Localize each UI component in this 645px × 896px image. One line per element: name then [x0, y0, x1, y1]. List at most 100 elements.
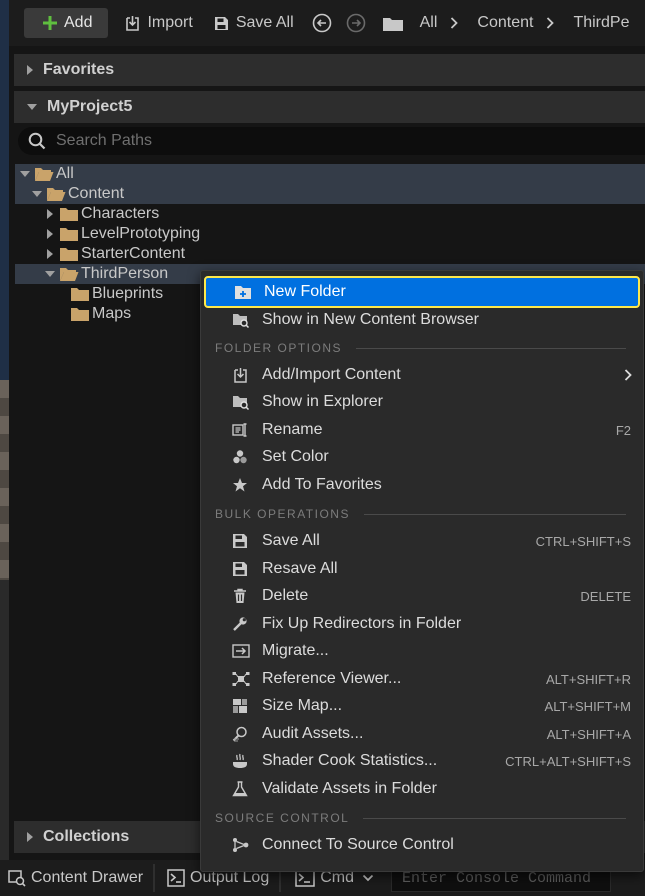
- import-label: Import: [147, 14, 193, 31]
- menu-item-shortcut: CTRL+ALT+SHIFT+S: [505, 753, 631, 769]
- folder-icon: [59, 206, 79, 222]
- divider: [153, 864, 156, 892]
- menu-item-shortcut: CTRL+SHIFT+S: [535, 533, 631, 549]
- menu-item-reference-viewer[interactable]: Reference Viewer... ALT+SHIFT+R: [204, 666, 640, 692]
- menu-item-audit-assets[interactable]: Audit Assets... ALT+SHIFT+A: [204, 721, 640, 747]
- menu-item-label: Add To Favorites: [262, 476, 382, 493]
- chevron-right-icon: [14, 831, 43, 843]
- shader-icon: [232, 753, 262, 769]
- menu-item-label: Validate Assets in Folder: [262, 780, 437, 797]
- tree-item-label: Maps: [92, 305, 132, 322]
- chevron-down-icon[interactable]: [44, 270, 56, 278]
- menu-item-label: Set Color: [262, 448, 329, 465]
- menu-item-migrate[interactable]: Migrate...: [204, 638, 640, 664]
- save-all-button[interactable]: Save All: [213, 8, 294, 38]
- size-map-icon: [232, 698, 262, 714]
- migrate-icon: [232, 643, 262, 659]
- folder-icon: [70, 306, 90, 322]
- menu-item-size-map[interactable]: Size Map... ALT+SHIFT+M: [204, 693, 640, 719]
- forward-button[interactable]: [346, 8, 372, 38]
- menu-item-save-all[interactable]: Save All CTRL+SHIFT+S: [204, 528, 640, 554]
- menu-item-label: Migrate...: [262, 642, 329, 659]
- menu-item-resave-all[interactable]: Resave All: [204, 556, 640, 582]
- content-drawer-icon: [8, 869, 31, 887]
- tree-item-characters[interactable]: Characters: [15, 204, 645, 224]
- search-paths-input[interactable]: [56, 132, 616, 150]
- menu-item-label: Add/Import Content: [262, 366, 401, 383]
- menu-item-label: Show in New Content Browser: [262, 311, 479, 328]
- menu-item-label: Connect To Source Control: [262, 836, 454, 853]
- folder-search-icon: [232, 312, 262, 328]
- chevron-right-icon: [450, 17, 464, 29]
- tree-item-label: All: [56, 165, 74, 182]
- content-drawer-button[interactable]: Content Drawer: [8, 869, 143, 887]
- menu-item-label: Resave All: [262, 560, 338, 577]
- import-button[interactable]: Import: [124, 8, 193, 38]
- tree-item-levelprototyping[interactable]: LevelPrototyping: [15, 224, 645, 244]
- tree-item-all[interactable]: All: [15, 164, 645, 184]
- chevron-right-icon: [546, 17, 560, 29]
- audit-icon: [232, 726, 262, 742]
- arrow-left-icon: [312, 13, 338, 33]
- menu-item-label: Fix Up Redirectors in Folder: [262, 615, 462, 632]
- plus-icon: [42, 15, 64, 31]
- chevron-right-icon[interactable]: [44, 248, 56, 260]
- menu-item-delete[interactable]: Delete DELETE: [204, 583, 640, 609]
- menu-section-folder-options: FOLDER OPTIONS: [215, 340, 626, 356]
- folder-icon: [70, 286, 90, 302]
- favorites-section-header[interactable]: Favorites: [14, 54, 645, 86]
- menu-item-connect-to-source-control[interactable]: Connect To Source Control: [204, 832, 640, 858]
- menu-item-validate-assets-in-folder[interactable]: Validate Assets in Folder: [204, 776, 640, 802]
- menu-item-shader-cook-statistics[interactable]: Shader Cook Statistics... CTRL+ALT+SHIFT+…: [204, 748, 640, 774]
- import-icon: [232, 367, 262, 384]
- divider: [363, 513, 626, 515]
- breadcrumb-item-content[interactable]: Content: [477, 14, 533, 32]
- menu-item-fix-up-redirectors-in-folder[interactable]: Fix Up Redirectors in Folder: [204, 611, 640, 637]
- menu-item-add-to-favorites[interactable]: Add To Favorites: [204, 472, 640, 498]
- menu-item-shortcut: ALT+SHIFT+A: [546, 726, 631, 742]
- menu-item-shortcut: ALT+SHIFT+M: [544, 698, 631, 714]
- menu-item-label: Rename: [262, 421, 323, 438]
- chevron-right-icon: [624, 369, 632, 381]
- project-section-header[interactable]: MyProject5: [14, 91, 645, 123]
- add-label: Add: [64, 14, 93, 31]
- tree-item-content[interactable]: Content: [15, 184, 645, 204]
- menu-item-show-in-explorer[interactable]: Show in Explorer: [204, 389, 640, 415]
- menu-section-label: FOLDER OPTIONS: [215, 341, 343, 355]
- star-icon: [232, 477, 262, 493]
- chevron-right-icon[interactable]: [44, 208, 56, 220]
- save-icon: [232, 561, 262, 577]
- divider: [363, 817, 626, 819]
- menu-item-shortcut: DELETE: [580, 588, 631, 604]
- chevron-right-icon[interactable]: [44, 228, 56, 240]
- back-button[interactable]: [312, 8, 338, 38]
- menu-item-label: New Folder: [264, 283, 346, 300]
- arrow-right-icon: [346, 13, 372, 33]
- search-icon: [18, 132, 56, 150]
- menu-item-new-folder[interactable]: New Folder: [204, 276, 640, 308]
- import-icon: [124, 15, 147, 32]
- wrench-icon: [232, 616, 262, 632]
- chevron-down-icon[interactable]: [19, 170, 31, 178]
- menu-item-label: Save All: [262, 532, 320, 549]
- menu-item-add-import-content[interactable]: Add/Import Content: [204, 362, 640, 388]
- tree-item-label: StarterContent: [81, 245, 186, 262]
- folder-icon: [59, 246, 79, 262]
- add-button[interactable]: Add: [24, 8, 109, 38]
- source-control-icon: [232, 837, 262, 853]
- search-paths-box: [18, 127, 645, 155]
- menu-item-show-in-new-content-browser[interactable]: Show in New Content Browser: [204, 307, 640, 333]
- chevron-down-icon[interactable]: [31, 190, 43, 198]
- breadcrumb-item-all[interactable]: All: [420, 14, 438, 32]
- menu-item-rename[interactable]: Rename F2: [204, 417, 640, 443]
- menu-item-label: Show in Explorer: [262, 393, 383, 410]
- tree-item-label: LevelPrototyping: [81, 225, 201, 242]
- breadcrumb-item-thirdperson[interactable]: ThirdPe: [573, 14, 629, 32]
- output-log-icon: [167, 869, 190, 887]
- folder-search-icon: [232, 394, 262, 410]
- content-browser-toolbar: Add Import Save All All Content ThirdPe: [9, 0, 645, 46]
- tree-item-startercontent[interactable]: StarterContent: [15, 244, 645, 264]
- save-icon: [232, 533, 262, 549]
- menu-item-label: Delete: [262, 587, 309, 604]
- menu-item-set-color[interactable]: Set Color: [204, 444, 640, 470]
